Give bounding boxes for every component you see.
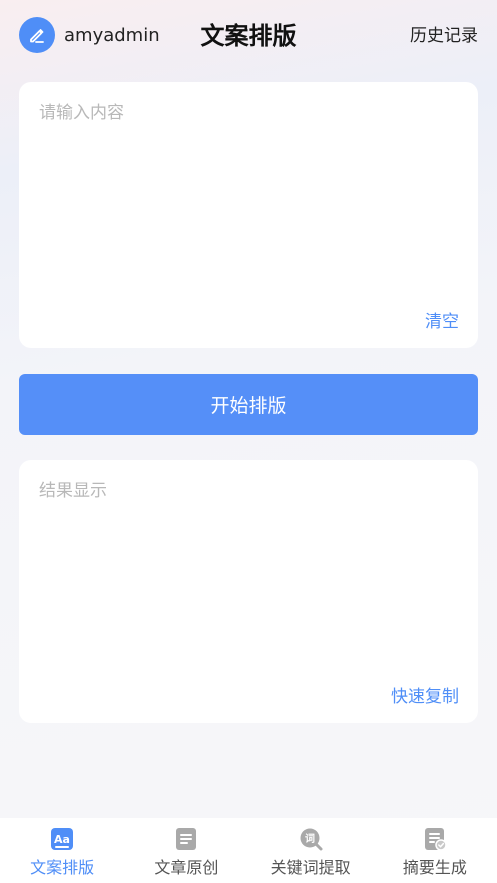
tab-article-original[interactable]: 文章原创: [124, 818, 248, 883]
tab-keyword-extract[interactable]: 词 关键词提取: [249, 818, 373, 883]
tab-label: 文章原创: [154, 858, 219, 877]
start-format-button[interactable]: 开始排版: [19, 374, 478, 435]
bottom-tab-bar: Aa 文案排版 文章原创 词 关键词提取 摘要生成: [0, 818, 497, 883]
tab-summary[interactable]: 摘要生成: [373, 818, 497, 883]
edit-pencil-icon: [30, 29, 44, 43]
history-link[interactable]: 历史记录: [410, 24, 478, 48]
result-placeholder: 结果显示: [39, 481, 107, 501]
svg-text:Aa: Aa: [54, 833, 70, 846]
top-bar: amyadmin 文案排版 历史记录: [0, 0, 497, 72]
svg-text:词: 词: [305, 832, 315, 845]
content-input[interactable]: [37, 98, 461, 302]
result-card: 结果显示 快速复制: [19, 460, 478, 723]
tab-label: 关键词提取: [270, 858, 351, 877]
document-icon: [172, 825, 200, 853]
clear-button[interactable]: 清空: [425, 310, 459, 334]
tab-label: 文案排版: [30, 858, 95, 877]
quick-copy-button[interactable]: 快速复制: [391, 685, 459, 709]
text-format-icon: Aa: [48, 825, 76, 853]
input-card: 请输入内容 清空: [19, 82, 478, 348]
tab-text-format[interactable]: Aa 文案排版: [0, 818, 124, 883]
avatar[interactable]: [19, 17, 55, 53]
tab-label: 摘要生成: [402, 858, 467, 877]
username: amyadmin: [64, 25, 160, 46]
keyword-search-icon: 词: [297, 825, 325, 853]
summary-icon: [421, 825, 449, 853]
